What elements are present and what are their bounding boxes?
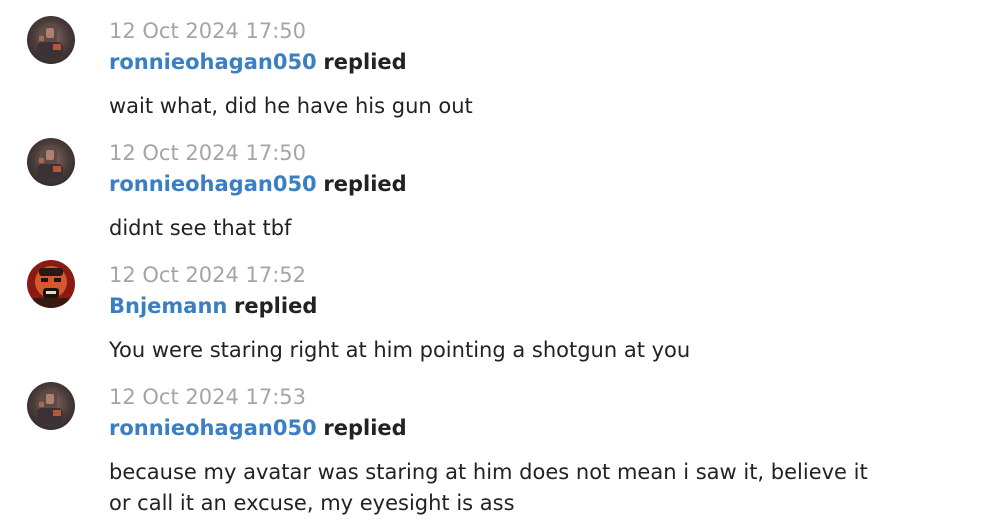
- avatar-image: [27, 382, 75, 430]
- username-link[interactable]: ronnieohagan050: [109, 172, 317, 196]
- comment-item: 12 Oct 2024 17:50 ronnieohagan050 replie…: [0, 0, 1001, 122]
- comment-headline: ronnieohagan050 replied: [109, 171, 407, 197]
- action-label: replied: [323, 416, 407, 440]
- comment-feed: 12 Oct 2024 17:50 ronnieohagan050 replie…: [0, 0, 1001, 527]
- username-link[interactable]: Bnjemann: [109, 294, 227, 318]
- user-avatar[interactable]: [27, 16, 75, 64]
- action-label: replied: [323, 50, 407, 74]
- avatar-image: [27, 138, 75, 186]
- comment-timestamp: 12 Oct 2024 17:50: [109, 141, 307, 165]
- action-label: replied: [323, 172, 407, 196]
- user-avatar[interactable]: [27, 138, 75, 186]
- comment-headline: ronnieohagan050 replied: [109, 49, 407, 75]
- comment-text: wait what, did he have his gun out: [109, 94, 473, 118]
- comment-text: didnt see that tbf: [109, 216, 292, 240]
- comment-item: 12 Oct 2024 17:50 ronnieohagan050 replie…: [0, 122, 1001, 244]
- username-link[interactable]: ronnieohagan050: [109, 50, 317, 74]
- avatar-image: [27, 260, 75, 308]
- comment-headline: ronnieohagan050 replied: [109, 415, 407, 441]
- comment-timestamp: 12 Oct 2024 17:50: [109, 19, 307, 43]
- comment-headline: Bnjemann replied: [109, 293, 317, 319]
- comment-timestamp: 12 Oct 2024 17:53: [109, 385, 307, 409]
- comment-item: 12 Oct 2024 17:53 ronnieohagan050 replie…: [0, 366, 1001, 527]
- user-avatar[interactable]: [27, 382, 75, 430]
- username-link[interactable]: ronnieohagan050: [109, 416, 317, 440]
- user-avatar[interactable]: [27, 260, 75, 308]
- comment-timestamp: 12 Oct 2024 17:52: [109, 263, 307, 287]
- avatar-image: [27, 16, 75, 64]
- comment-item: 12 Oct 2024 17:52 Bnjemann replied You w…: [0, 244, 1001, 366]
- comment-text: because my avatar was staring at him doe…: [109, 460, 868, 515]
- comment-text: You were staring right at him pointing a…: [109, 338, 691, 362]
- action-label: replied: [234, 294, 318, 318]
